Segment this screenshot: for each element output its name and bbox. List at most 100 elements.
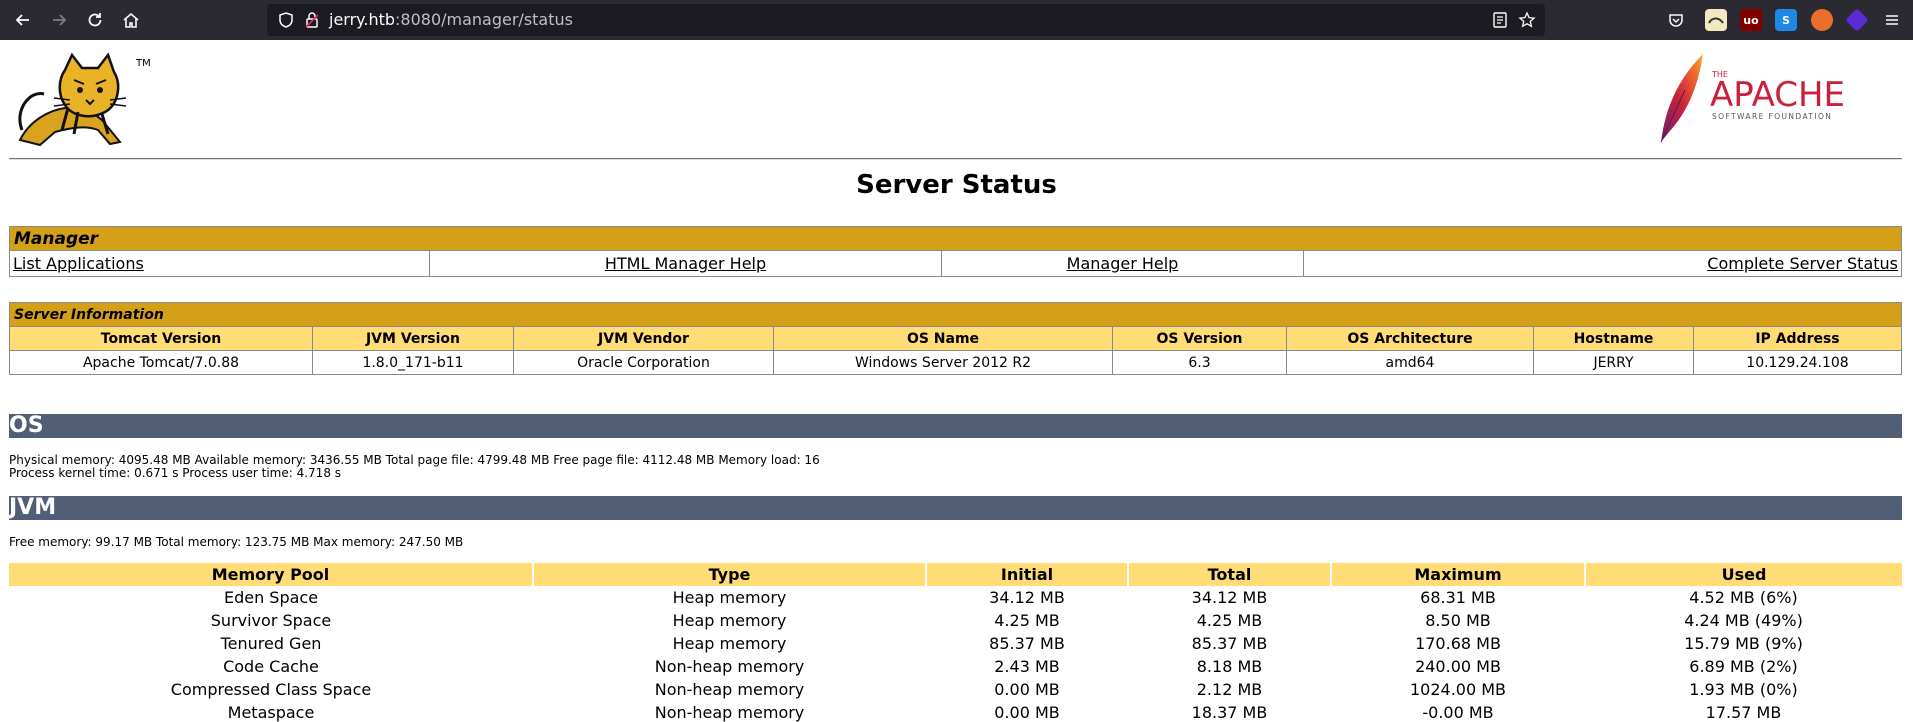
url-path: :8080/manager/status — [395, 10, 573, 29]
jvm-vendor-value: Oracle Corporation — [513, 350, 774, 375]
pool-used: 6.89 MB (2%) — [1689, 657, 1798, 676]
extension-cat-icon[interactable] — [1705, 9, 1727, 31]
back-button[interactable] — [8, 5, 38, 35]
column-header: Memory Pool — [9, 563, 534, 586]
os-section-heading: OS — [9, 414, 1902, 438]
tomcat-version-value: Apache Tomcat/7.0.88 — [9, 350, 313, 375]
column-header: OS Version — [1112, 326, 1287, 351]
pool-maximum: 170.68 MB — [1415, 634, 1501, 653]
extension-s-icon[interactable]: S — [1775, 9, 1797, 31]
table-row: Compressed Class Space Non-heap memory 0… — [9, 678, 1902, 701]
extension-fox-icon[interactable] — [1811, 9, 1833, 31]
pool-used: 17.57 MB — [1705, 703, 1782, 722]
pool-used: 1.93 MB (0%) — [1689, 680, 1798, 699]
pool-name: Survivor Space — [210, 611, 332, 630]
manager-cell: Manager Help — [941, 250, 1304, 277]
forward-button[interactable] — [44, 5, 74, 35]
column-header: Initial — [926, 563, 1129, 586]
reload-icon — [88, 13, 102, 27]
reader-view-icon[interactable] — [1491, 11, 1509, 29]
manager-table: Manager List Applications HTML Manager H… — [9, 226, 1902, 277]
pool-name: Code Cache — [223, 657, 319, 676]
pool-total: 8.18 MB — [1196, 657, 1263, 676]
os-memory-info: Physical memory: 4095.48 MB Available me… — [9, 453, 820, 467]
url-host: jerry.htb — [329, 10, 396, 29]
pool-initial: 85.37 MB — [989, 634, 1065, 653]
bookmark-star-icon[interactable] — [1518, 11, 1536, 29]
page-title: Server Status — [856, 170, 1057, 200]
back-arrow-icon — [15, 14, 29, 26]
pool-maximum: 8.50 MB — [1425, 611, 1491, 630]
pool-name: Tenured Gen — [220, 634, 322, 653]
hostname-value: JERRY — [1533, 350, 1694, 375]
column-header: IP Address — [1693, 326, 1902, 351]
address-bar[interactable]: jerry.htb:8080/manager/status — [267, 4, 1545, 36]
server-info-table: Server Information Tomcat Version JVM Ve… — [9, 302, 1902, 375]
column-header: Total — [1128, 563, 1332, 586]
table-row: Tenured Gen Heap memory 85.37 MB 85.37 M… — [9, 632, 1902, 655]
column-header: Used — [1585, 563, 1902, 586]
pool-name: Eden Space — [223, 588, 319, 607]
complete-server-status-link[interactable]: Complete Server Status — [1707, 254, 1898, 273]
memory-pools-table: Memory Pool Type Initial Total Maximum U… — [9, 563, 1902, 722]
insecure-lock-icon[interactable] — [303, 11, 321, 29]
pool-maximum: 1024.00 MB — [1409, 680, 1507, 699]
tomcat-trademark: TM — [135, 58, 151, 69]
table-row: Eden Space Heap memory 34.12 MB 34.12 MB… — [9, 586, 1902, 609]
header-divider — [9, 158, 1902, 160]
pool-total: 85.37 MB — [1191, 634, 1268, 653]
page-content: TM THE APACHE SOFTWARE FOUNDATION Server… — [0, 40, 1913, 722]
pool-total: 4.25 MB — [1196, 611, 1263, 630]
column-header: JVM Version — [312, 326, 514, 351]
apache-name-text: APACHE — [1710, 75, 1845, 115]
jvm-memory-info: Free memory: 99.17 MB Total memory: 123.… — [9, 535, 464, 549]
pool-total: 34.12 MB — [1191, 588, 1268, 607]
pool-type: Heap memory — [672, 588, 787, 607]
pool-used: 15.79 MB (9%) — [1684, 634, 1803, 653]
ip-address-value: 10.129.24.108 — [1693, 350, 1902, 375]
column-header: Tomcat Version — [9, 326, 313, 351]
apache-foundation-text: SOFTWARE FOUNDATION — [1712, 112, 1832, 121]
manager-help-link[interactable]: Manager Help — [1067, 254, 1179, 273]
table-row: Survivor Space Heap memory 4.25 MB 4.25 … — [9, 609, 1902, 632]
pool-total: 18.37 MB — [1191, 703, 1268, 722]
html-manager-help-link[interactable]: HTML Manager Help — [605, 254, 766, 273]
pool-type: Non-heap memory — [654, 680, 805, 699]
table-row: Code Cache Non-heap memory 2.43 MB 8.18 … — [9, 655, 1902, 678]
column-header: OS Architecture — [1286, 326, 1534, 351]
pool-initial: 2.43 MB — [994, 657, 1060, 676]
table-row: Metaspace Non-heap memory 0.00 MB 18.37 … — [9, 701, 1902, 722]
os-name-value: Windows Server 2012 R2 — [773, 350, 1113, 375]
browser-toolbar: jerry.htb:8080/manager/status uo S — [0, 0, 1913, 40]
manager-cell: List Applications — [9, 250, 430, 277]
pool-used: 4.24 MB (49%) — [1684, 611, 1803, 630]
reload-button[interactable] — [80, 5, 110, 35]
extension-cube-icon[interactable] — [1845, 8, 1869, 32]
pool-maximum: -0.00 MB — [1422, 703, 1494, 722]
pool-maximum: 240.00 MB — [1415, 657, 1501, 676]
shield-icon[interactable] — [277, 11, 295, 29]
server-info-heading: Server Information — [9, 302, 1902, 327]
pool-initial: 0.00 MB — [994, 680, 1060, 699]
url-text[interactable]: jerry.htb:8080/manager/status — [329, 4, 573, 36]
pool-initial: 0.00 MB — [994, 703, 1060, 722]
column-header: Hostname — [1533, 326, 1694, 351]
pool-type: Heap memory — [672, 611, 787, 630]
jvm-section-heading: JVM — [9, 496, 1902, 520]
manager-cell: Complete Server Status — [1303, 250, 1902, 277]
pool-maximum: 68.31 MB — [1420, 588, 1496, 607]
pool-type: Heap memory — [672, 634, 787, 653]
home-button[interactable] — [116, 5, 146, 35]
column-header: Maximum — [1331, 563, 1586, 586]
os-architecture-value: amd64 — [1286, 350, 1534, 375]
ublock-origin-icon[interactable]: uo — [1740, 9, 1762, 31]
hamburger-menu-icon — [1886, 15, 1898, 25]
column-header: OS Name — [773, 326, 1113, 351]
pool-name: Metaspace — [227, 703, 315, 722]
list-applications-link[interactable]: List Applications — [13, 254, 144, 273]
menu-button[interactable] — [1877, 5, 1907, 35]
pocket-icon[interactable] — [1665, 9, 1687, 31]
manager-heading: Manager — [9, 226, 1902, 251]
pool-type: Non-heap memory — [654, 657, 805, 676]
pool-used: 4.52 MB (6%) — [1689, 588, 1798, 607]
